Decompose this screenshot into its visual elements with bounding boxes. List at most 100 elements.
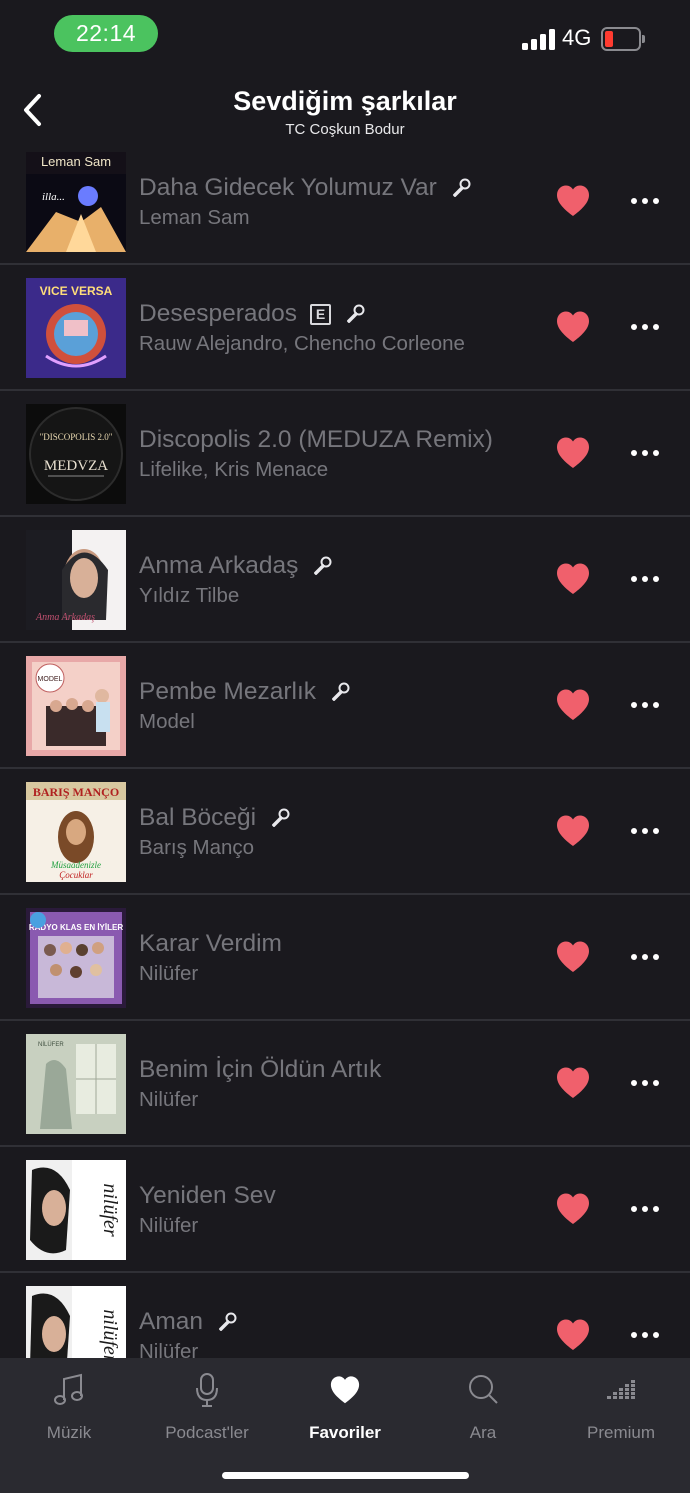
more-options-button[interactable] — [628, 819, 662, 843]
microphone-icon — [138, 1372, 276, 1408]
song-artist: Barış Manço — [139, 836, 255, 859]
more-options-button[interactable] — [628, 567, 662, 591]
heart-icon — [276, 1372, 414, 1408]
song-artist: Leman Sam — [139, 206, 250, 229]
song-artist: Lifelike, Kris Menace — [139, 458, 329, 481]
album-cover: MODEL — [26, 656, 126, 756]
more-options-button[interactable] — [628, 1323, 662, 1347]
song-title: Anma Arkadaş — [139, 552, 333, 580]
tab-label: Favoriler — [309, 1423, 381, 1442]
like-heart-icon[interactable] — [555, 940, 591, 974]
svg-text:Çocuklar: Çocuklar — [59, 870, 93, 880]
song-title: Benim İçin Öldün Artık — [139, 1056, 382, 1083]
tab-premium[interactable]: Premium — [552, 1372, 690, 1442]
album-cover: "DISCOPOLIS 2.0" MEDVZA — [26, 404, 126, 504]
like-heart-icon[interactable] — [555, 1066, 591, 1100]
song-row[interactable]: VICE VERSA Desesperados E Rauw Alejandro, C… — [0, 265, 690, 391]
song-title: Discopolis 2.0 (MEDUZA Remix) — [139, 426, 493, 453]
like-heart-icon[interactable] — [555, 310, 591, 344]
tab-favoriler[interactable]: Favoriler — [276, 1372, 414, 1442]
like-heart-icon[interactable] — [555, 688, 591, 722]
song-artist: Model — [139, 710, 195, 733]
like-heart-icon[interactable] — [555, 562, 591, 596]
page-header: Sevdiğim şarkılar TC Coşkun Bodur — [0, 78, 690, 148]
lyrics-microphone-icon — [219, 1312, 237, 1331]
album-cover: BARIŞ MANÇO Müsaadenizle Çocuklar — [26, 782, 126, 882]
song-artist: Nilüfer — [139, 962, 199, 985]
album-cover: NİLÜFER — [26, 1034, 126, 1134]
tab-müzik[interactable]: Müzik — [0, 1372, 138, 1442]
tab-label: Premium — [586, 1423, 655, 1442]
song-title: Daha Gidecek Yolumuz Var — [139, 174, 472, 202]
like-heart-icon[interactable] — [555, 1192, 591, 1226]
song-row[interactable]: nilüfer Aman Nilüfer — [0, 1273, 690, 1358]
search-icon — [414, 1372, 552, 1408]
more-options-button[interactable] — [628, 1197, 662, 1221]
more-options-button[interactable] — [628, 315, 662, 339]
svg-text:"DISCOPOLIS 2.0": "DISCOPOLIS 2.0" — [40, 432, 113, 442]
explicit-badge: E — [309, 303, 331, 325]
song-artist: Nilüfer — [139, 1214, 199, 1237]
svg-text:nilüfer: nilüfer — [99, 1309, 121, 1358]
song-artist: Nilüfer — [139, 1340, 199, 1358]
song-row[interactable]: MODEL Pembe Mezarlık Model — [0, 643, 690, 769]
more-options-button[interactable] — [628, 441, 662, 465]
svg-text:Anma Arkadaş: Anma Arkadaş — [35, 612, 95, 623]
like-heart-icon[interactable] — [555, 184, 591, 218]
svg-text:Leman Sam: Leman Sam — [41, 154, 111, 169]
like-heart-icon[interactable] — [555, 814, 591, 848]
song-row[interactable]: "DISCOPOLIS 2.0" MEDVZA Discopolis 2.0 (ME… — [0, 391, 690, 517]
song-row[interactable]: Anma Arkadaş Anma Arkadaş Yıldız Tilbe — [0, 517, 690, 643]
svg-text:BARIŞ MANÇO: BARIŞ MANÇO — [33, 785, 119, 799]
tab-label: Podcast'ler — [165, 1423, 249, 1442]
svg-text:Müsaadenizle: Müsaadenizle — [50, 860, 101, 870]
song-row[interactable]: nilüfer Yeniden Sev Nilüfer — [0, 1147, 690, 1273]
song-title: Desesperados E — [139, 300, 366, 328]
lyrics-microphone-icon — [314, 556, 332, 575]
network-type: 4G — [562, 25, 592, 50]
more-options-button[interactable] — [628, 693, 662, 717]
like-heart-icon[interactable] — [555, 1318, 591, 1352]
song-row[interactable]: Leman Sam illa... Daha Gidecek Yolumuz Var… — [0, 139, 690, 265]
like-heart-icon[interactable] — [555, 436, 591, 470]
album-cover: nilüfer — [26, 1286, 126, 1358]
more-options-button[interactable] — [628, 945, 662, 969]
song-row[interactable]: NİLÜFER Benim İçin Öldün Artık Nilüfer — [0, 1021, 690, 1147]
tab-podcastler[interactable]: Podcast'ler — [138, 1372, 276, 1442]
album-cover: Leman Sam illa... — [26, 152, 126, 252]
svg-text:illa...: illa... — [42, 191, 65, 203]
page-subtitle: TC Coşkun Bodur — [285, 121, 405, 138]
page-title: Sevdiğim şarkılar — [233, 86, 457, 116]
song-row[interactable]: BARIŞ MANÇO Müsaadenizle Çocuklar Bal Böceğ… — [0, 769, 690, 895]
more-options-button[interactable] — [628, 189, 662, 213]
song-title: Bal Böceği — [139, 804, 291, 832]
album-cover: RADYO KLAS EN İYİLER — [26, 908, 126, 1008]
music-note-icon — [0, 1372, 138, 1408]
tab-ara[interactable]: Ara — [414, 1372, 552, 1442]
song-title: Pembe Mezarlık — [139, 678, 351, 706]
tab-label: Ara — [469, 1423, 497, 1442]
tab-label: Müzik — [46, 1423, 92, 1442]
lyrics-microphone-icon — [346, 304, 365, 323]
lyrics-microphone-icon — [272, 808, 290, 827]
song-list: Leman Sam illa... Daha Gidecek Yolumuz Var… — [0, 139, 690, 1358]
song-artist: Yıldız Tilbe — [139, 584, 240, 607]
lyrics-microphone-icon — [452, 178, 471, 197]
more-options-button[interactable] — [628, 1071, 662, 1095]
song-row[interactable]: RADYO KLAS EN İYİLER Karar Verdim Nilüfer — [0, 895, 690, 1021]
album-cover: Anma Arkadaş — [26, 530, 126, 630]
song-title: Yeniden Sev — [139, 1182, 276, 1209]
song-title: Aman — [139, 1308, 238, 1336]
status-time: 22:14 — [54, 15, 158, 52]
status-bar: 22:14 4G — [0, 0, 690, 70]
album-cover: nilüfer — [26, 1160, 126, 1260]
equalizer-icon — [552, 1372, 690, 1408]
svg-text:nilüfer: nilüfer — [99, 1183, 121, 1237]
svg-text:MEDVZA: MEDVZA — [44, 458, 108, 474]
album-cover: VICE VERSA — [26, 278, 126, 378]
song-artist: Nilüfer — [139, 1088, 199, 1111]
home-indicator[interactable] — [222, 1472, 469, 1479]
song-artist: Rauw Alejandro, Chencho Corleone — [139, 332, 465, 355]
cellular-signal-icon — [522, 28, 556, 50]
battery-icon — [601, 27, 645, 51]
